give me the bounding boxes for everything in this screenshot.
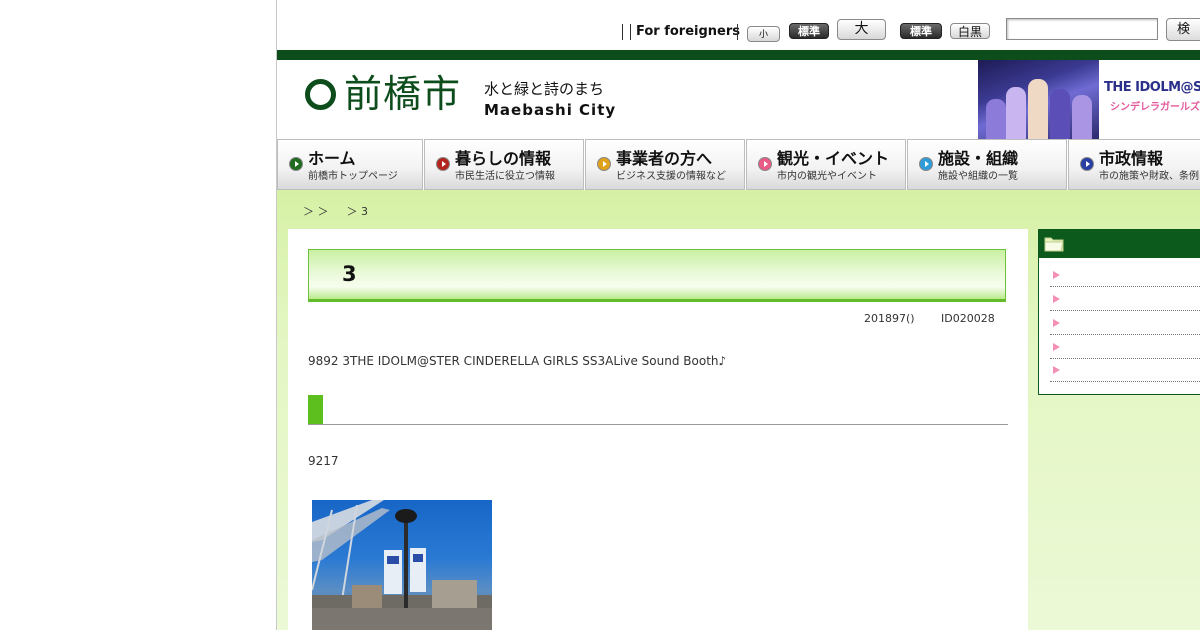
divider: [630, 24, 631, 40]
page: For foreigners 小 標準 大 標準 白黒 検 索 前橋市 水と緑と…: [276, 0, 1200, 630]
page-title: 3: [342, 262, 357, 286]
section-divider: [308, 424, 1008, 425]
font-size-large-button[interactable]: 大: [837, 19, 886, 40]
divider: [737, 24, 738, 40]
photo-scene: [312, 500, 492, 630]
pink-arrow-icon: [1053, 319, 1060, 327]
pink-arrow-icon: [1053, 343, 1060, 351]
update-date: 201897(): [864, 312, 915, 325]
search-input[interactable]: [1006, 18, 1158, 40]
nav-subtitle: 市民生活に役立つ情報: [455, 171, 555, 182]
utility-bar: For foreigners 小 標準 大 標準 白黒 検 索: [277, 0, 1200, 50]
nav-city-govt[interactable]: 市政情報 市の施策や財政、条例: [1068, 139, 1200, 190]
nav-arrow-icon: [758, 157, 772, 171]
city-english-name: Maebashi City: [484, 101, 617, 119]
intro-paragraph: 9892 3THE IDOLM@STER CINDERELLA GIRLS SS…: [308, 354, 727, 368]
folder-icon: [1044, 237, 1064, 252]
nav-facilities[interactable]: 施設・組織 施設や組織の一覧: [907, 139, 1067, 190]
nav-business[interactable]: 事業者の方へ ビジネス支援の情報など: [585, 139, 745, 190]
sidebar-header: [1039, 230, 1200, 258]
nav-title: ホーム: [308, 149, 356, 168]
nav-arrow-icon: [436, 157, 450, 171]
page-title-box: 3: [308, 249, 1006, 302]
breadcrumb[interactable]: ＞ ＞ ＞ 3: [303, 203, 368, 219]
for-foreigners-link[interactable]: For foreigners: [636, 24, 740, 40]
main-content: 3 201897() ID020028 9892 3THE IDOLM@STER…: [288, 229, 1028, 630]
nav-subtitle: 施設や組織の一覧: [938, 171, 1018, 182]
nav-arrow-icon: [1080, 157, 1094, 171]
page-id: ID020028: [941, 312, 995, 325]
header-stripe: [277, 50, 1200, 60]
nav-living[interactable]: 暮らしの情報 市民生活に役立つ情報: [424, 139, 584, 190]
nav-subtitle: 市の施策や財政、条例: [1099, 171, 1199, 182]
font-size-small-button[interactable]: 小: [747, 26, 780, 42]
nav-subtitle: 市内の観光やイベント: [777, 171, 877, 182]
sidebar-link[interactable]: [1050, 288, 1200, 311]
sidebar-link[interactable]: [1050, 336, 1200, 359]
nav-arrow-icon: [597, 157, 611, 171]
nav-home[interactable]: ホーム 前橋市トップページ: [277, 139, 423, 190]
nav-title: 暮らしの情報: [455, 149, 552, 168]
nav-arrow-icon: [919, 157, 933, 171]
site-header: 前橋市 水と緑と詩のまち Maebashi City THE IDOLM@STE…: [277, 60, 1200, 139]
city-logo-mark[interactable]: [305, 79, 336, 110]
nav-tourism[interactable]: 観光・イベント 市内の観光やイベント: [746, 139, 906, 190]
banner-logo-text: THE IDOLM@STER: [1104, 80, 1200, 95]
banner-illustration: [978, 60, 1099, 139]
idolmaster-banner[interactable]: THE IDOLM@STER シンデレラガールズ: [978, 60, 1200, 139]
nav-title: 市政情報: [1099, 149, 1164, 168]
city-tagline: 水と緑と詩のまち: [484, 80, 605, 98]
sidebar-link[interactable]: [1050, 359, 1200, 382]
pink-arrow-icon: [1053, 271, 1060, 279]
pink-arrow-icon: [1053, 295, 1060, 303]
global-nav: ホーム 前橋市トップページ 暮らしの情報 市民生活に役立つ情報 事業者の方へ ビ…: [277, 139, 1200, 190]
pink-arrow-icon: [1053, 366, 1060, 374]
body-paragraph: 9217: [308, 454, 339, 468]
nav-title: 事業者の方へ: [616, 149, 713, 168]
divider: [622, 24, 623, 40]
event-photo: [312, 500, 492, 630]
city-logo-text[interactable]: 前橋市: [344, 72, 461, 116]
banner-subtitle: シンデレラガールズ: [1110, 102, 1200, 113]
nav-title: 施設・組織: [938, 149, 1019, 168]
font-size-standard-button[interactable]: 標準: [789, 23, 829, 39]
nav-subtitle: ビジネス支援の情報など: [616, 171, 726, 182]
sidebar-link[interactable]: [1050, 312, 1200, 335]
nav-subtitle: 前橋市トップページ: [308, 171, 398, 182]
search-button[interactable]: 検 索: [1166, 18, 1200, 41]
color-standard-button[interactable]: 標準: [900, 23, 942, 39]
sidebar-link[interactable]: [1050, 264, 1200, 287]
nav-arrow-icon: [289, 157, 303, 171]
color-black-white-button[interactable]: 白黒: [950, 23, 990, 39]
nav-title: 観光・イベント: [777, 149, 890, 168]
sidebar: [1038, 229, 1200, 395]
section-heading-marker: [308, 395, 323, 424]
